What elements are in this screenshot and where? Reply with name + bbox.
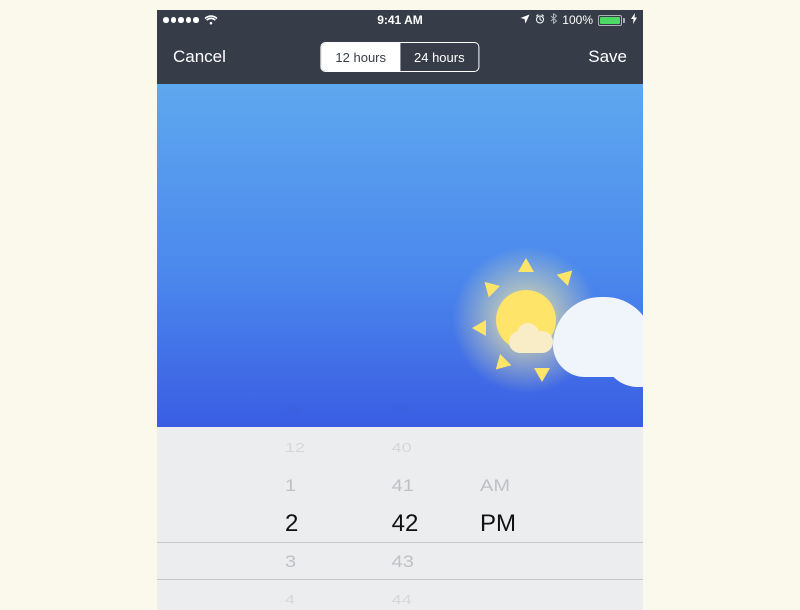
cloud-small-icon bbox=[509, 331, 553, 353]
status-left bbox=[163, 15, 520, 25]
hour-option: 12 bbox=[285, 435, 305, 462]
battery-percent: 100% bbox=[562, 13, 593, 27]
minute-option: 39 bbox=[392, 400, 419, 421]
time-picker: 11 12 1 2 3 4 5 39 40 41 42 43 44 45 bbox=[157, 427, 643, 610]
time-format-segmented-control: 12 hours 24 hours bbox=[320, 42, 479, 72]
minute-option: 40 bbox=[392, 435, 419, 462]
wifi-icon bbox=[204, 15, 218, 25]
hour-selected: 2 bbox=[285, 505, 305, 543]
period-spacer bbox=[480, 543, 516, 581]
hour-option: 1 bbox=[285, 470, 305, 502]
hour-option: 4 bbox=[285, 587, 305, 610]
minute-wheel[interactable]: 39 40 41 42 43 44 45 bbox=[370, 427, 440, 610]
hour-option: 11 bbox=[285, 400, 305, 421]
period-selected: PM bbox=[480, 505, 516, 543]
time-picker-screen: 9:41 AM 100% Cancel 12 hours 2 4 bbox=[157, 10, 643, 610]
hour-wheel[interactable]: 11 12 1 2 3 4 5 bbox=[260, 427, 330, 610]
status-bar: 9:41 AM 100% bbox=[157, 10, 643, 30]
nav-bar: Cancel 12 hours 24 hours Save bbox=[157, 30, 643, 84]
location-icon bbox=[520, 13, 530, 27]
alarm-icon bbox=[535, 13, 545, 27]
battery-icon bbox=[598, 15, 625, 26]
charging-icon bbox=[631, 13, 637, 27]
bluetooth-icon bbox=[550, 13, 557, 27]
segment-24-hours[interactable]: 24 hours bbox=[400, 43, 479, 71]
save-button[interactable]: Save bbox=[588, 47, 627, 67]
status-right: 100% bbox=[520, 13, 637, 27]
period-spacer bbox=[480, 435, 516, 462]
period-wheel[interactable]: AM PM bbox=[480, 427, 540, 610]
minute-option: 43 bbox=[392, 546, 419, 578]
sky-illustration bbox=[157, 84, 643, 427]
segment-12-hours[interactable]: 12 hours bbox=[321, 43, 400, 71]
cloud-icon bbox=[553, 287, 643, 377]
minute-option: 44 bbox=[392, 587, 419, 610]
period-spacer bbox=[480, 400, 516, 421]
signal-strength-icon bbox=[163, 17, 199, 23]
minute-selected: 42 bbox=[392, 505, 419, 543]
hour-option: 3 bbox=[285, 546, 305, 578]
cancel-button[interactable]: Cancel bbox=[173, 47, 226, 67]
period-option: AM bbox=[480, 470, 516, 502]
minute-option: 41 bbox=[392, 470, 419, 502]
status-time: 9:41 AM bbox=[377, 13, 423, 27]
